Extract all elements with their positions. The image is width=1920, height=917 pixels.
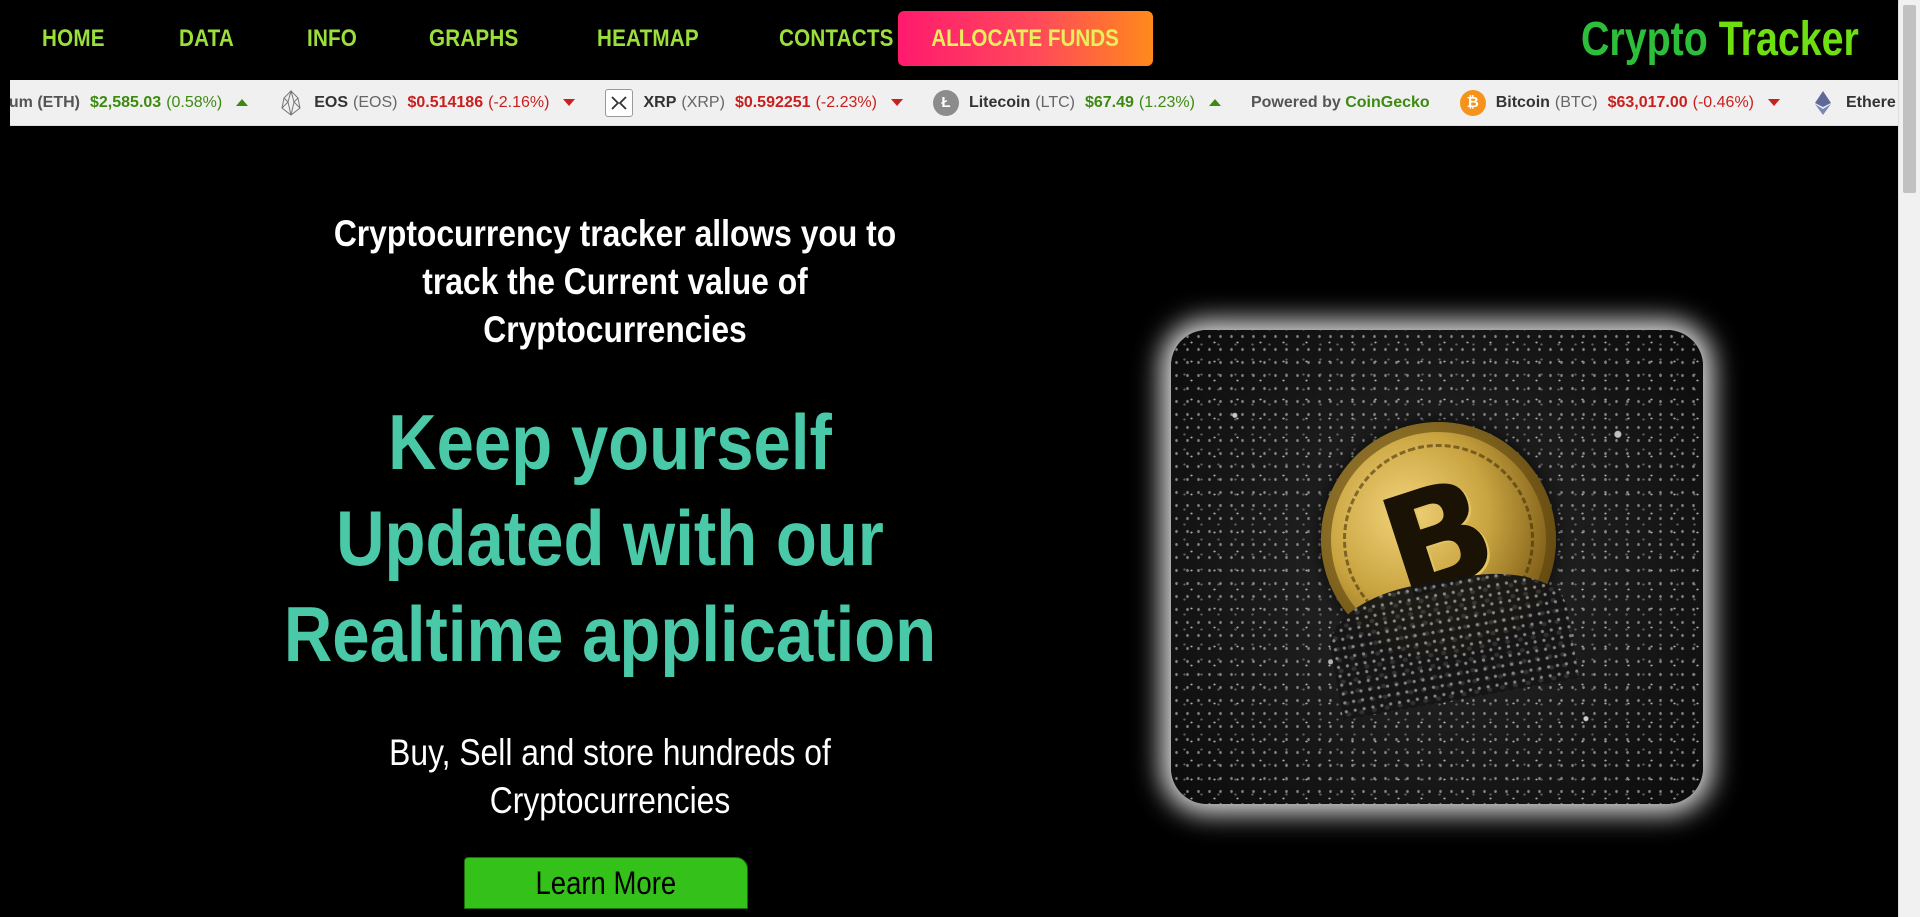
nav-info[interactable]: INFO (295, 25, 369, 53)
hero-subtext: Buy, Sell and store hundreds of Cryptocu… (389, 732, 831, 821)
bitcoin-icon: ₿ (1459, 89, 1486, 116)
hero-headline-line-2: Updated with our (336, 494, 884, 582)
page-scrollbar[interactable] (1898, 0, 1920, 917)
ticker-change: (0.58%) (166, 93, 223, 111)
ticker-item-litecoin[interactable]: Ł Litecoin (LTC) $67.49 (1.23%) (932, 89, 1221, 116)
allocate-funds-button[interactable]: ALLOCATE FUNDS (898, 11, 1153, 66)
brand-logo[interactable]: Crypto Tracker (1581, 12, 1859, 67)
ticker-symbol: (LTC) (1035, 93, 1075, 111)
ticker-name: EOS (314, 93, 349, 111)
ticker-name: Litecoin (968, 93, 1031, 111)
xrp-icon (605, 88, 634, 117)
brand-part-crypto: Crypto (1581, 13, 1708, 66)
ticker-name: Bitcoin (1495, 93, 1550, 111)
ticker-item-bitcoin[interactable]: ₿ Bitcoin (BTC) $63,017.00 (-0.46%) (1459, 89, 1780, 116)
hero-headline: Keep yourself Updated with our Realtime … (283, 394, 937, 682)
ticker-price: $0.592251 (734, 93, 811, 111)
powered-by-coingecko[interactable]: Powered by CoinGecko (1251, 94, 1430, 112)
brand-part-tracker: Tracker (1718, 13, 1859, 66)
ticker-change: (-2.23%) (815, 93, 877, 111)
price-down-icon (1768, 99, 1780, 106)
eos-icon (278, 89, 304, 116)
ticker-symbol: (XRP) (681, 93, 725, 111)
hero-intro-text: Cryptocurrency tracker allows you to tra… (333, 213, 897, 350)
ticker-price: $2,585.03 (90, 93, 162, 111)
powered-by-label: Powered by (1250, 93, 1341, 111)
price-ticker: eum (ETH) $2,585.03 (0.58%) EOS (EOS) $0… (10, 80, 1899, 126)
ticker-item-ethereum-2[interactable]: Ethere (1810, 90, 1899, 116)
ticker-name: XRP (643, 93, 677, 111)
allocate-funds-label: ALLOCATE FUNDS (931, 24, 1120, 52)
price-up-icon (236, 99, 249, 106)
ticker-name: Ethere (1846, 93, 1896, 111)
ticker-change: (-2.16%) (488, 93, 550, 111)
ticker-item-eos[interactable]: EOS (EOS) $0.514186 (-2.16%) (278, 89, 576, 116)
learn-more-button[interactable]: Learn More (464, 857, 748, 909)
top-navbar: HOME DATA INFO GRAPHS HEATMAP CONTACTS A… (0, 0, 1899, 78)
hero-headline-line-3: Realtime application (283, 590, 937, 678)
ticker-price: $0.514186 (407, 93, 484, 111)
hero-headline-line-1: Keep yourself (388, 398, 832, 486)
ticker-item-ethereum[interactable]: eum (ETH) $2,585.03 (0.58%) (10, 93, 249, 112)
ethereum-icon (1810, 90, 1836, 116)
ticker-change: (-0.46%) (1692, 93, 1754, 111)
litecoin-icon: Ł (932, 89, 959, 116)
ticker-symbol: eum (ETH) (10, 93, 80, 111)
nav-home[interactable]: HOME (30, 25, 117, 53)
nav-data[interactable]: DATA (167, 25, 246, 53)
ticker-price: $63,017.00 (1607, 93, 1688, 111)
ticker-track: eum (ETH) $2,585.03 (0.58%) EOS (EOS) $0… (10, 80, 1899, 125)
ticker-change: (1.23%) (1138, 93, 1195, 111)
nav-heatmap[interactable]: HEATMAP (585, 25, 711, 53)
price-down-icon (563, 99, 576, 106)
price-down-icon (890, 99, 903, 106)
ticker-price: $67.49 (1084, 93, 1134, 111)
nav-links: HOME DATA INFO GRAPHS HEATMAP CONTACTS (30, 0, 964, 78)
coingecko-link[interactable]: CoinGecko (1345, 94, 1429, 111)
bitcoin-hero-image: B (1171, 330, 1703, 804)
ticker-symbol: (BTC) (1554, 93, 1598, 111)
price-up-icon (1208, 99, 1221, 106)
nav-graphs[interactable]: GRAPHS (417, 25, 530, 53)
ticker-item-xrp[interactable]: XRP (XRP) $0.592251 (-2.23%) (605, 88, 903, 117)
learn-more-label: Learn More (535, 864, 677, 901)
scrollbar-thumb[interactable] (1903, 5, 1916, 193)
ticker-symbol: (EOS) (353, 93, 398, 111)
nav-contacts[interactable]: CONTACTS (767, 25, 906, 53)
